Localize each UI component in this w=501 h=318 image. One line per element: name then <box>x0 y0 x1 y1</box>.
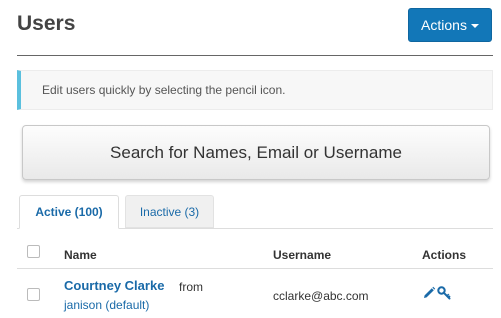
search-users-label: Search for Names, Email or Username <box>110 142 402 162</box>
tab-inactive-label: Inactive (3) <box>139 204 200 219</box>
tab-active-label: Active (100) <box>35 205 103 219</box>
row-select-checkbox[interactable] <box>27 288 40 301</box>
search-users-button[interactable]: Search for Names, Email or Username <box>22 125 490 180</box>
tab-active-users[interactable]: Active (100) <box>19 195 119 229</box>
user-organization-link[interactable]: janison (default) <box>64 298 149 312</box>
page-title: Users <box>17 12 76 35</box>
column-header-username: Username <box>273 248 332 262</box>
actions-button-label: Actions <box>421 17 467 33</box>
user-name-link[interactable]: Courtney Clarke <box>64 278 164 293</box>
user-from-label: from <box>179 280 203 294</box>
column-header-name: Name <box>64 248 97 262</box>
select-all-checkbox[interactable] <box>27 245 40 258</box>
title-divider <box>17 55 493 56</box>
info-alert-text: Edit users quickly by selecting the penc… <box>42 83 286 97</box>
column-header-actions: Actions <box>422 248 467 262</box>
pencil-icon[interactable] <box>422 286 436 300</box>
info-alert: Edit users quickly by selecting the penc… <box>17 70 493 110</box>
caret-down-icon <box>470 24 479 28</box>
actions-dropdown-button[interactable]: Actions <box>408 8 492 42</box>
tab-inactive-users[interactable]: Inactive (3) <box>125 195 214 228</box>
key-icon[interactable] <box>437 286 451 300</box>
user-username: cclarke@abc.com <box>273 289 369 303</box>
table-header-divider <box>17 268 493 269</box>
